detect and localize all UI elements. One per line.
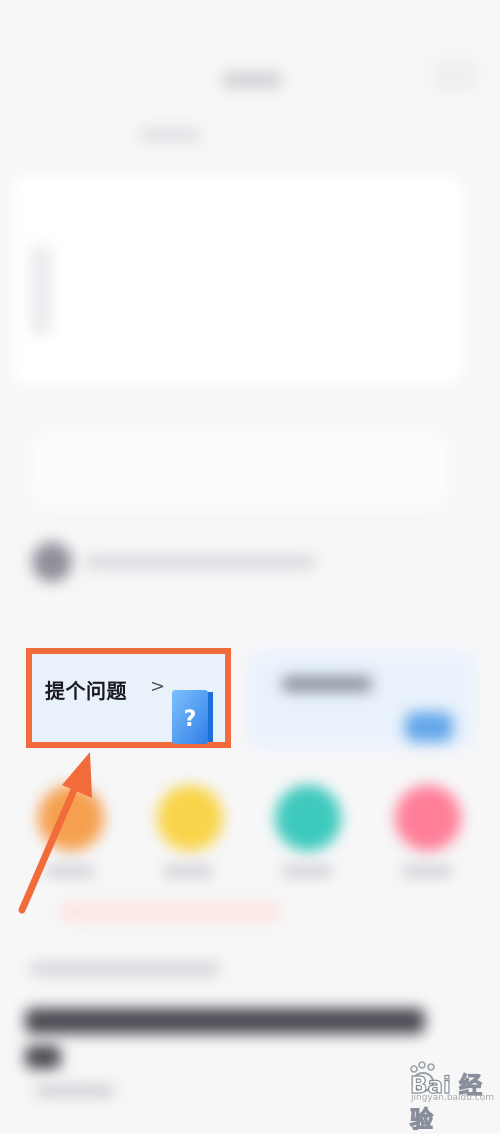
watermark-subtext: jingyan.baidu.com: [411, 1093, 495, 1103]
annotation-arrow-icon: [18, 752, 92, 914]
